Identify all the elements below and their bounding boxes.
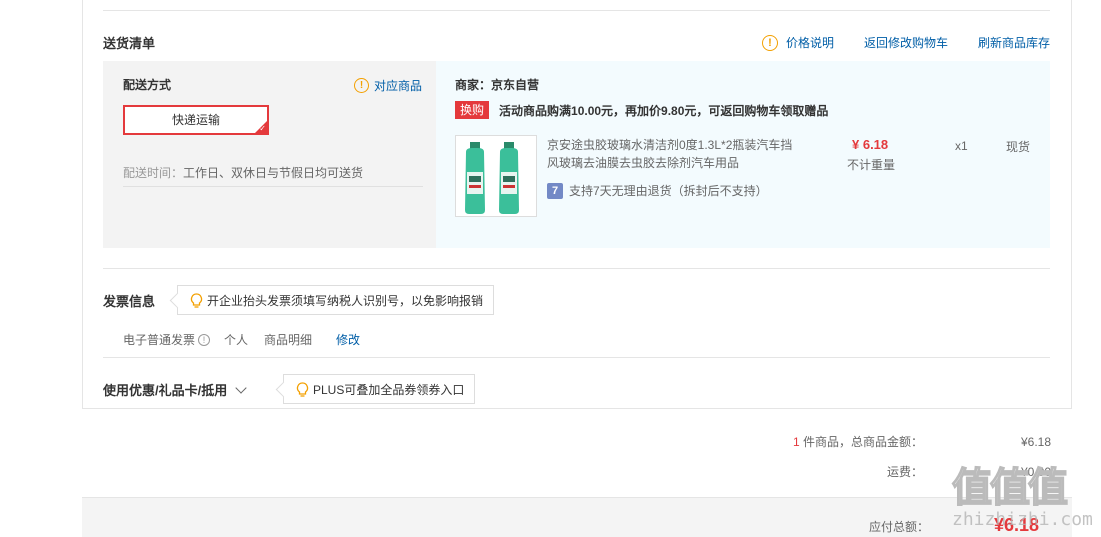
exclamation-icon: ! xyxy=(354,78,369,93)
divider xyxy=(103,10,1050,11)
check-icon: ✓ xyxy=(259,124,266,133)
divider xyxy=(103,357,1050,358)
invoice-holder: 个人 xyxy=(224,333,249,347)
freight-value: ¥0.00 xyxy=(1020,464,1051,479)
refresh-stock-link[interactable]: 刷新商品库存 xyxy=(978,35,1050,51)
product-weight: 不计重量 xyxy=(847,158,896,172)
lightbulb-icon xyxy=(190,292,203,308)
items-total-label: 1 件商品，总商品金额： xyxy=(703,433,923,450)
shipping-option-label: 快递运输 xyxy=(171,113,220,127)
price-info-link[interactable]: ! 价格说明 xyxy=(761,35,834,51)
item-count: 1 xyxy=(792,435,800,449)
coupon-tip[interactable]: PLUS可叠加全品券领券入口 xyxy=(283,374,476,404)
divider xyxy=(103,268,1050,269)
edit-invoice-link[interactable]: 修改 xyxy=(336,331,360,348)
seller-name: 商家：京东自营 xyxy=(455,78,540,92)
freight-row: 运费： ¥0.00 xyxy=(703,463,1051,480)
total-value: ¥6.18 xyxy=(994,515,1040,535)
delivery-time: 配送时间：工作日、双休日与节假日均可送货 xyxy=(123,164,363,181)
product-quantity: x1 xyxy=(955,139,968,153)
washer-fluid-bottles-icon xyxy=(465,142,519,214)
info-icon[interactable]: ! xyxy=(198,333,211,346)
corresponding-items-label: 对应商品 xyxy=(374,79,423,93)
product-price: ¥ 6.18 xyxy=(852,137,889,152)
delivery-header-links: ! 价格说明 返回修改购物车 刷新商品库存 xyxy=(732,35,1050,51)
total-label: 应付总额： xyxy=(869,520,930,534)
exclamation-icon: ! xyxy=(761,35,778,51)
items-label: 件商品，总商品金额： xyxy=(802,435,923,449)
product-name-link[interactable]: 京安途虫胶玻璃水清洁剂0度1.3L*2瓶装汽车挡风玻璃去油膜去虫胶去除剂汽车用品 xyxy=(547,136,797,172)
items-total-value: ¥6.18 xyxy=(1020,434,1051,449)
divider xyxy=(123,186,423,187)
express-shipping-option[interactable]: 快递运输 ✓ xyxy=(123,105,269,135)
lightbulb-icon xyxy=(296,381,309,397)
invoice-section-title: 发票信息 xyxy=(103,294,156,309)
corresponding-items-link[interactable]: ! 对应商品 xyxy=(354,77,422,94)
back-to-cart-link[interactable]: 返回修改购物车 xyxy=(864,35,948,51)
coupon-tip-text: PLUS可叠加全品券领券入口 xyxy=(313,382,465,397)
items-total-row: 1 件商品，总商品金额： ¥6.18 xyxy=(703,433,1051,450)
invoice-details: 电子普通发票 ! 个人 商品明细 修改 xyxy=(123,331,360,348)
invoice-type: 电子普通发票 xyxy=(123,333,196,347)
product-stock-status: 现货 xyxy=(1006,140,1031,154)
return-policy: 7 支持7天无理由退货（拆封后不支持） xyxy=(547,182,768,199)
seven-day-return-icon: 7 xyxy=(547,182,563,199)
promo-text: 活动商品购满10.00元，再加价9.80元，可返回购物车领取赠品 xyxy=(499,103,829,118)
shipping-method-label: 配送方式 xyxy=(123,78,172,92)
price-info-label: 价格说明 xyxy=(785,36,834,50)
invoice-content: 商品明细 xyxy=(264,333,313,347)
product-thumbnail[interactable] xyxy=(455,135,537,217)
invoice-tip-text: 开企业抬头发票须填写纳税人识别号，以免影响报销 xyxy=(207,293,484,308)
delivery-time-value: 工作日、双休日与节假日均可送货 xyxy=(183,166,364,180)
promo-row: 换购 活动商品购满10.00元，再加价9.80元，可返回购物车领取赠品 xyxy=(455,101,828,119)
freight-label: 运费： xyxy=(886,465,923,479)
invoice-tip: 开企业抬头发票须填写纳税人识别号，以免影响报销 xyxy=(177,285,495,315)
promo-tag: 换购 xyxy=(455,101,490,119)
delivery-section-title: 送货清单 xyxy=(103,36,156,51)
coupon-section-title: 使用优惠/礼品卡/抵用 xyxy=(103,383,228,398)
delivery-time-label: 配送时间： xyxy=(123,166,184,180)
chevron-down-icon xyxy=(235,381,247,394)
return-policy-text: 支持7天无理由退货（拆封后不支持） xyxy=(569,184,768,198)
coupon-toggle[interactable]: 使用优惠/礼品卡/抵用 xyxy=(103,380,247,399)
